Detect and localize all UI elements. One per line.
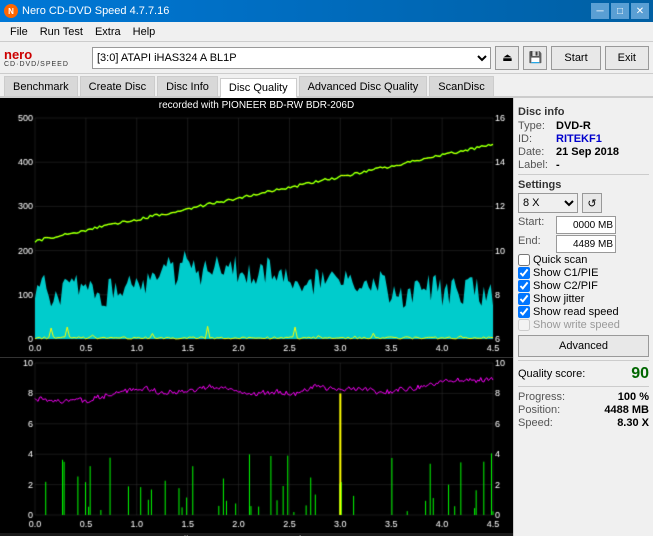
id-value: RITEKF1: [556, 133, 602, 145]
type-row: Type: DVD-R: [518, 120, 649, 132]
menu-run-test[interactable]: Run Test: [34, 24, 89, 40]
speed-row: 8 X ↺: [518, 193, 649, 213]
app-title: Nero CD-DVD Speed 4.7.7.16: [22, 5, 169, 17]
type-value: DVD-R: [556, 120, 591, 132]
start-button[interactable]: Start: [551, 46, 600, 70]
progress-section: Progress: 100 % Position: 4488 MB Speed:…: [518, 391, 649, 429]
id-row: ID: RITEKF1: [518, 133, 649, 145]
window-controls[interactable]: ─ □ ✕: [591, 3, 649, 19]
speed-row-progress: Speed: 8.30 X: [518, 417, 649, 429]
menu-bar: File Run Test Extra Help: [0, 22, 653, 42]
quick-scan-label: Quick scan: [533, 254, 587, 266]
tab-disc-info[interactable]: Disc Info: [157, 76, 218, 96]
progress-label: Progress:: [518, 391, 565, 403]
show-read-speed-checkbox[interactable]: [518, 306, 530, 318]
top-chart-canvas: [0, 113, 513, 357]
end-mb-label: End:: [518, 235, 554, 253]
menu-file[interactable]: File: [4, 24, 34, 40]
exit-button[interactable]: Exit: [605, 46, 649, 70]
show-c1-pie-label: Show C1/PIE: [533, 267, 598, 279]
quality-value: 90: [631, 365, 649, 383]
show-jitter-checkbox[interactable]: [518, 293, 530, 305]
start-mb-row: Start:: [518, 216, 649, 234]
divider3: [518, 386, 649, 387]
bottom-chart-canvas: [0, 358, 513, 533]
minimize-button[interactable]: ─: [591, 3, 609, 19]
disc-label-value: -: [556, 159, 560, 171]
eject-button[interactable]: ⏏: [495, 46, 519, 70]
show-c2-pif-label: Show C2/PIF: [533, 280, 598, 292]
disc-label-label: Label:: [518, 159, 554, 171]
disc-label-row: Label: -: [518, 159, 649, 171]
quick-scan-row: Quick scan: [518, 254, 649, 266]
position-row: Position: 4488 MB: [518, 404, 649, 416]
menu-help[interactable]: Help: [127, 24, 162, 40]
write-speed-row: Show write speed: [518, 319, 649, 331]
progress-row: Progress: 100 %: [518, 391, 649, 403]
jitter-row: Show jitter: [518, 293, 649, 305]
tab-create-disc[interactable]: Create Disc: [80, 76, 155, 96]
show-read-speed-label: Show read speed: [533, 306, 619, 318]
charts-container: [0, 113, 513, 533]
quality-label: Quality score:: [518, 368, 585, 380]
chart-bottom: [0, 358, 513, 533]
c2-pif-row: Show C2/PIF: [518, 280, 649, 292]
speed-select[interactable]: 8 X: [518, 193, 578, 213]
start-mb-label: Start:: [518, 216, 554, 234]
chart-title: recorded with PIONEER BD-RW BDR-206D: [0, 98, 513, 113]
progress-value: 100 %: [618, 391, 649, 403]
show-c2-pif-checkbox[interactable]: [518, 280, 530, 292]
main-content: recorded with PIONEER BD-RW BDR-206D PI …: [0, 98, 653, 536]
show-jitter-label: Show jitter: [533, 293, 584, 305]
toolbar: nero CD·DVD/SPEED [3:0] ATAPI iHAS324 A …: [0, 42, 653, 74]
tab-bar: Benchmark Create Disc Disc Info Disc Qua…: [0, 74, 653, 98]
tab-advanced-disc-quality[interactable]: Advanced Disc Quality: [299, 76, 428, 96]
date-label: Date:: [518, 146, 554, 158]
tab-benchmark[interactable]: Benchmark: [4, 76, 78, 96]
title-bar-left: N Nero CD-DVD Speed 4.7.7.16: [4, 4, 169, 18]
show-write-speed-label: Show write speed: [533, 319, 620, 331]
date-row: Date: 21 Sep 2018: [518, 146, 649, 158]
title-bar: N Nero CD-DVD Speed 4.7.7.16 ─ □ ✕: [0, 0, 653, 22]
quality-row: Quality score: 90: [518, 365, 649, 383]
close-button[interactable]: ✕: [631, 3, 649, 19]
position-value: 4488 MB: [604, 404, 649, 416]
tab-disc-quality[interactable]: Disc Quality: [220, 78, 297, 98]
app-icon: N: [4, 4, 18, 18]
disc-info-title: Disc info: [518, 106, 649, 118]
end-mb-row: End:: [518, 235, 649, 253]
divider1: [518, 174, 649, 175]
advanced-button[interactable]: Advanced: [518, 335, 649, 357]
menu-extra[interactable]: Extra: [89, 24, 127, 40]
save-button[interactable]: 💾: [523, 46, 547, 70]
right-panel: Disc info Type: DVD-R ID: RITEKF1 Date: …: [513, 98, 653, 536]
c1-pie-row: Show C1/PIE: [518, 267, 649, 279]
type-label: Type:: [518, 120, 554, 132]
chart-top: [0, 113, 513, 358]
chart-area: recorded with PIONEER BD-RW BDR-206D PI …: [0, 98, 513, 536]
speed-value: 8.30 X: [617, 417, 649, 429]
nero-logo: nero CD·DVD/SPEED: [4, 45, 84, 71]
refresh-button[interactable]: ↺: [582, 193, 602, 213]
read-speed-row: Show read speed: [518, 306, 649, 318]
start-mb-input[interactable]: [556, 216, 616, 234]
speed-label: Speed:: [518, 417, 553, 429]
show-write-speed-checkbox: [518, 319, 530, 331]
settings-title: Settings: [518, 179, 649, 191]
show-c1-pie-checkbox[interactable]: [518, 267, 530, 279]
end-mb-input[interactable]: [556, 235, 616, 253]
tab-scandisc[interactable]: ScanDisc: [429, 76, 493, 96]
maximize-button[interactable]: □: [611, 3, 629, 19]
id-label: ID:: [518, 133, 554, 145]
quick-scan-checkbox[interactable]: [518, 254, 530, 266]
position-label: Position:: [518, 404, 560, 416]
date-value: 21 Sep 2018: [556, 146, 619, 158]
drive-select[interactable]: [3:0] ATAPI iHAS324 A BL1P: [92, 47, 491, 69]
divider2: [518, 360, 649, 361]
